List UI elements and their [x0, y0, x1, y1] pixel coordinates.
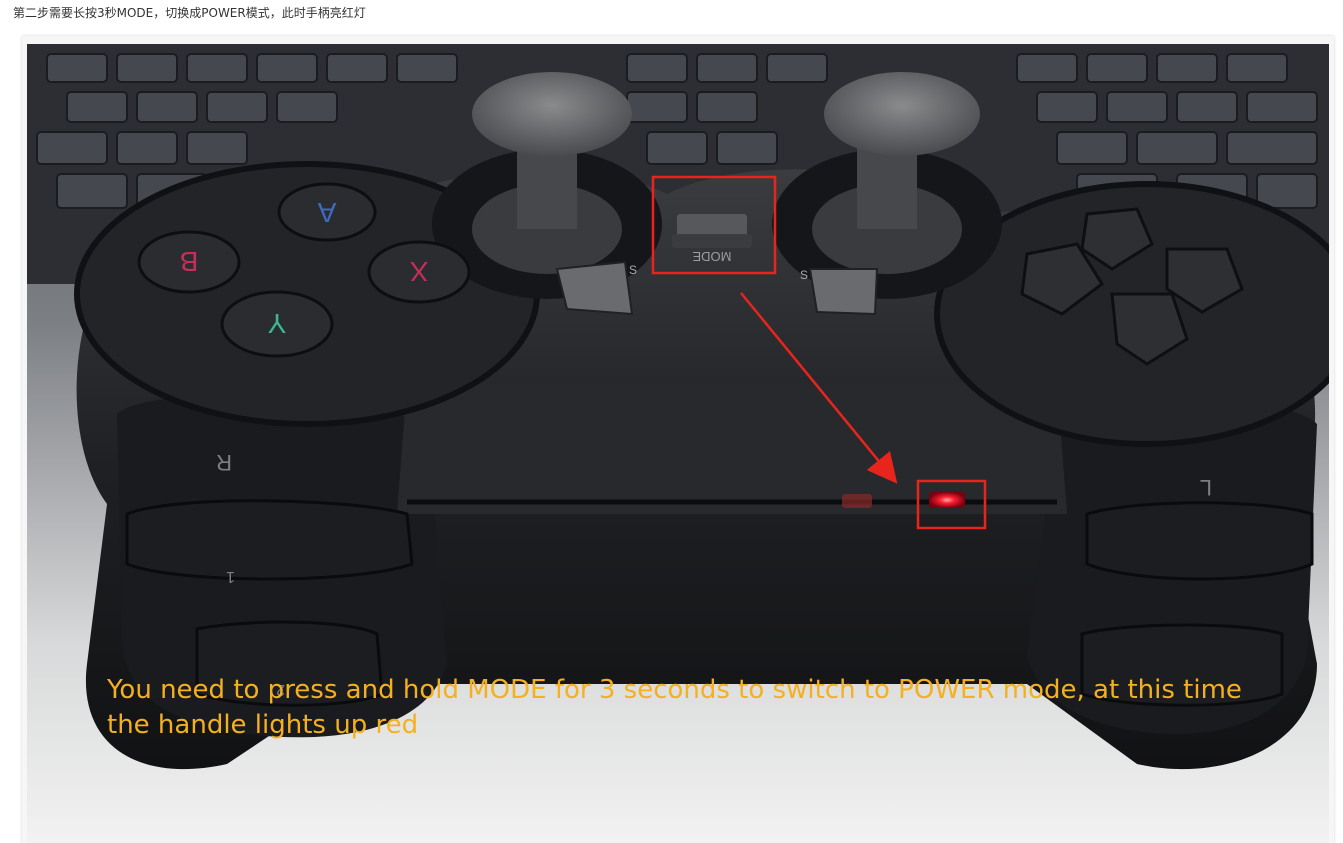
- button-x-label: X: [409, 256, 428, 287]
- r-shoulder-mark: R: [216, 450, 232, 475]
- select-mark: S: [629, 263, 637, 277]
- button-y-label: Y: [267, 308, 286, 339]
- mode-label: MODE: [692, 249, 731, 264]
- button-a-label: A: [317, 197, 336, 228]
- l-shoulder-mark: L: [1200, 475, 1212, 500]
- step-heading: 第二步需要长按3秒MODE，切换成POWER模式，此时手柄亮红灯: [13, 6, 366, 20]
- button-b-label: B: [180, 246, 199, 277]
- photo-caption: You need to press and hold MODE for 3 se…: [107, 675, 1242, 740]
- start-mark: S: [800, 268, 808, 282]
- power-led: [929, 492, 965, 508]
- r1-mark: 1: [226, 568, 235, 585]
